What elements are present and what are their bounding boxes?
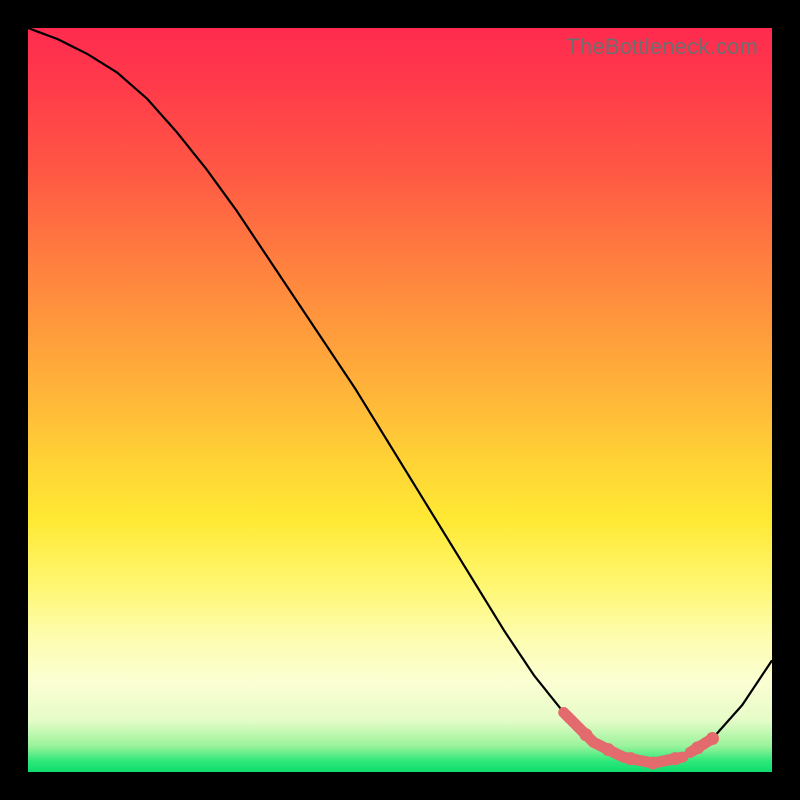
accent-dot [602, 743, 615, 756]
optimal-range-accent [564, 712, 719, 769]
accent-dot [580, 728, 593, 741]
plot-area: TheBottleneck.com [28, 28, 772, 772]
accent-dot [706, 732, 719, 745]
bottleneck-curve [28, 28, 772, 763]
curve-svg [28, 28, 772, 772]
accent-dot [691, 741, 704, 754]
chart-frame: TheBottleneck.com [0, 0, 800, 800]
accent-dot [669, 752, 682, 765]
accent-dot [624, 752, 637, 765]
accent-dot [646, 757, 659, 770]
